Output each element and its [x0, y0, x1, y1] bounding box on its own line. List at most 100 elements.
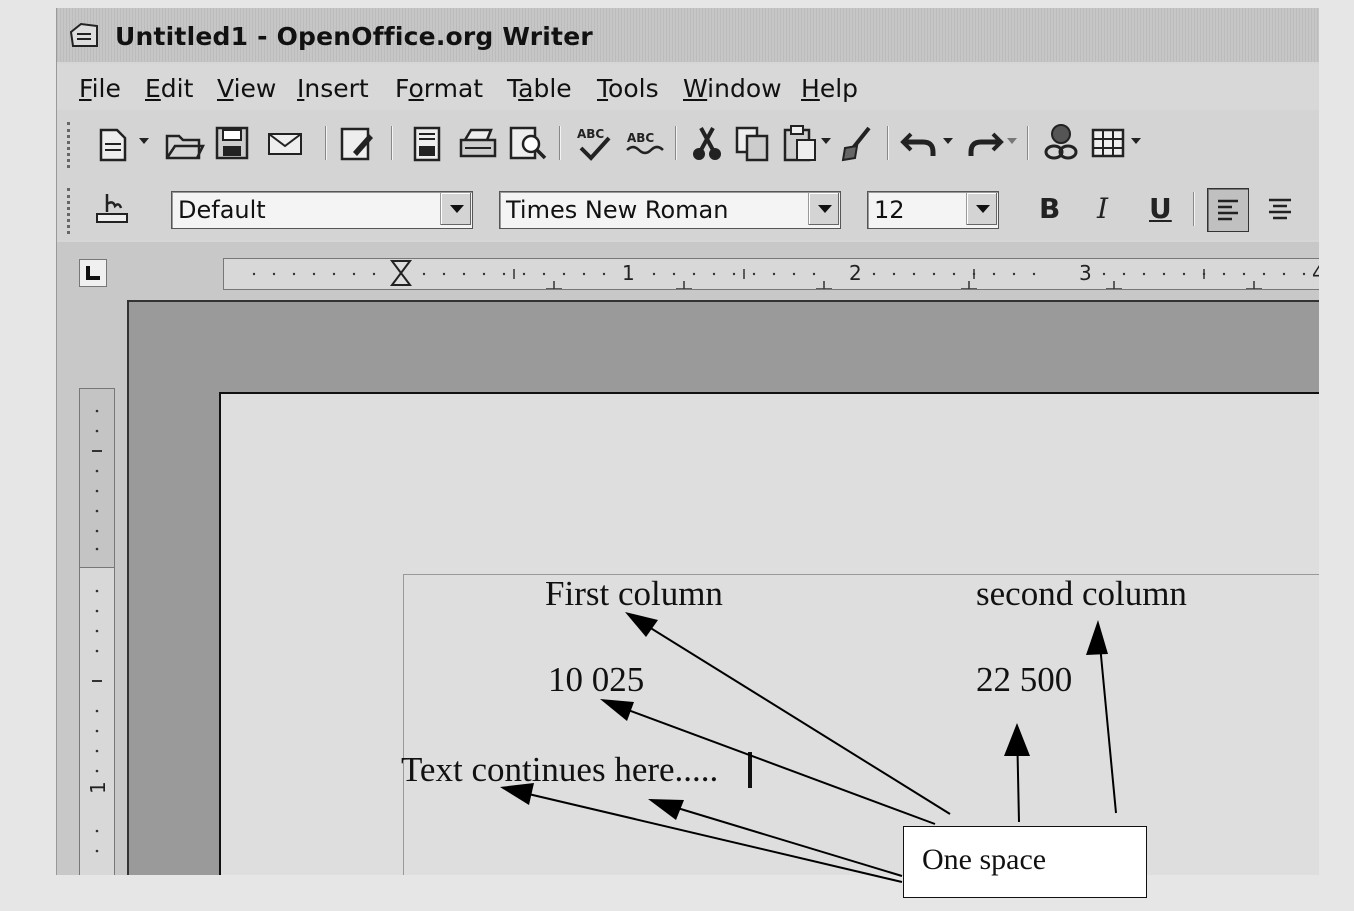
menu-insert-label: nsert [304, 74, 369, 103]
menu-tools[interactable]: Tools [597, 74, 659, 103]
export-pdf-icon[interactable] [409, 124, 445, 164]
clone-format-icon[interactable] [839, 124, 877, 164]
menu-file-mnemonic: F [79, 74, 92, 103]
menu-help-label: elp [819, 74, 859, 103]
ruler-label: 2 [849, 261, 862, 285]
menu-view-label: iew [233, 74, 277, 103]
bold-button[interactable]: B [1039, 192, 1060, 225]
new-icon[interactable] [95, 124, 135, 164]
menu-insert[interactable]: Insert [297, 74, 369, 103]
menu-format-prefix: F [395, 74, 409, 103]
paste-icon[interactable] [781, 122, 819, 164]
save-icon[interactable] [213, 124, 251, 164]
menu-view-mnemonic: V [217, 74, 234, 103]
copy-icon[interactable] [733, 124, 773, 164]
chevron-down-icon[interactable] [966, 193, 997, 225]
toolbar-separator [391, 126, 393, 160]
spellcheck-icon[interactable]: ABC [573, 124, 615, 164]
ruler-ticks [252, 260, 1306, 289]
chevron-down-icon[interactable] [808, 193, 839, 225]
text-area-boundary [403, 574, 1319, 875]
paste-dropdown-icon[interactable] [819, 134, 833, 148]
redo-dropdown-icon[interactable] [1005, 134, 1019, 148]
edit-file-icon[interactable] [337, 124, 377, 164]
redo-icon[interactable] [963, 124, 1005, 164]
horizontal-ruler[interactable]: 1 2 3 4 [223, 258, 1319, 290]
svg-text:ABC: ABC [577, 127, 604, 141]
toolbar-grip[interactable] [67, 122, 74, 168]
menu-view[interactable]: View [217, 74, 276, 103]
menu-window-label: indow [707, 74, 782, 103]
menu-edit[interactable]: Edit [145, 74, 193, 103]
vertical-ruler-ticks: 1 [86, 409, 110, 853]
menu-table[interactable]: Table [507, 74, 572, 103]
ruler-label: 4 [1312, 261, 1319, 285]
second-column-header: second column [976, 574, 1187, 613]
ruler-bar: 1 2 3 4 [57, 242, 1319, 302]
undo-icon[interactable] [899, 124, 941, 164]
email-icon[interactable] [265, 126, 307, 162]
text-cursor [748, 752, 752, 788]
tab-stop-selector[interactable] [79, 259, 107, 287]
undo-dropdown-icon[interactable] [941, 134, 955, 148]
toolbar-grip[interactable] [67, 188, 74, 234]
toolbar-separator [1193, 192, 1195, 226]
title-bar: Untitled1 - OpenOffice.org Writer [57, 8, 1319, 62]
align-left-button[interactable] [1207, 188, 1249, 232]
menu-window[interactable]: Window [683, 74, 782, 103]
paragraph-style-select[interactable]: Default [171, 191, 473, 229]
toolbar-separator [559, 126, 561, 160]
menu-format[interactable]: Format [395, 74, 483, 103]
italic-button[interactable]: I [1097, 192, 1108, 225]
chevron-down-icon[interactable] [440, 193, 471, 225]
menu-format-mnemonic: o [408, 74, 424, 103]
continuation-text: Text continues here..... [401, 750, 719, 789]
font-name-select[interactable]: Times New Roman [499, 191, 841, 229]
hyperlink-icon[interactable] [1041, 122, 1081, 164]
toolbar-separator [1027, 126, 1029, 160]
page-preview-icon[interactable] [507, 124, 549, 164]
table-dropdown-icon[interactable] [1129, 134, 1143, 148]
cut-icon[interactable] [689, 124, 725, 164]
toolbar-separator [325, 126, 327, 160]
tab-left-icon [86, 266, 100, 280]
autospellcheck-icon[interactable]: ABC [623, 124, 665, 164]
svg-text:ABC: ABC [627, 131, 654, 145]
menu-format-label: rmat [423, 74, 484, 103]
menu-tools-mnemonic: T [597, 74, 609, 103]
window-title: Untitled1 - OpenOffice.org Writer [115, 22, 593, 51]
ruler-label: 1 [622, 261, 635, 285]
svg-text:1: 1 [86, 781, 110, 794]
font-name-value: Times New Roman [506, 196, 729, 224]
document-page[interactable] [219, 392, 1319, 875]
first-column-header: First column [545, 574, 723, 613]
open-icon[interactable] [163, 124, 205, 164]
font-size-select[interactable]: 12 [867, 191, 999, 229]
styles-formatting-icon[interactable] [93, 190, 135, 230]
first-column-value: 10 025 [548, 660, 645, 699]
menu-file[interactable]: File [79, 74, 121, 103]
menu-table-label: ble [533, 74, 572, 103]
toolbar-separator [887, 126, 889, 160]
formatting-toolbar: Default Times New Roman 12 B I U [57, 178, 1319, 240]
menu-bar: File Edit View Insert Format Table Tools… [57, 64, 1319, 110]
menu-tools-label: ools [608, 74, 659, 103]
callout-box: One space [903, 826, 1147, 898]
ruler-label: 3 [1079, 261, 1092, 285]
new-dropdown-icon[interactable] [137, 134, 151, 148]
writer-window: Untitled1 - OpenOffice.org Writer File E… [56, 8, 1319, 875]
print-icon[interactable] [457, 124, 499, 164]
align-left-icon [1218, 199, 1238, 221]
menu-file-label: ile [91, 74, 121, 103]
font-size-value: 12 [874, 196, 905, 224]
underline-button[interactable]: U [1149, 192, 1172, 225]
menu-table-mnemonic: a [518, 74, 534, 103]
align-center-icon[interactable] [1267, 197, 1293, 221]
menu-help[interactable]: Help [801, 74, 858, 103]
menu-window-mnemonic: W [683, 74, 708, 103]
second-column-value: 22 500 [976, 660, 1073, 699]
menu-edit-mnemonic: E [145, 74, 161, 103]
vertical-ruler[interactable]: 1 [79, 388, 115, 875]
toolbar-separator [675, 126, 677, 160]
table-icon[interactable] [1089, 124, 1127, 164]
